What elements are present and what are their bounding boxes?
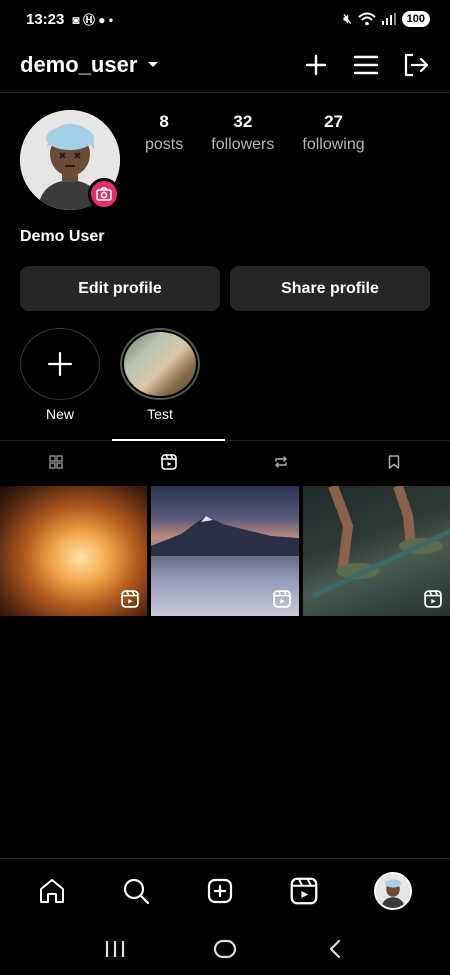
back-icon (329, 939, 341, 958)
reel-thumbnail-mountains[interactable] (151, 486, 300, 616)
bottom-navigation (0, 858, 450, 922)
nav-reels[interactable] (290, 877, 318, 905)
signal-icon (381, 13, 396, 25)
profile-avatar-icon (376, 873, 410, 908)
home-button[interactable] (211, 935, 239, 963)
tab-reels[interactable] (113, 441, 226, 483)
highlight-thumbnail (124, 332, 196, 396)
stat-posts[interactable]: 8 posts (145, 112, 183, 154)
reel-thumbnail-workout[interactable] (302, 486, 450, 616)
create-button[interactable] (302, 51, 330, 79)
nav-home[interactable] (38, 877, 66, 905)
recent-apps-button[interactable] (101, 935, 129, 963)
stat-label: following (302, 136, 365, 153)
mute-icon: 🔇︎ (343, 11, 352, 26)
search-icon (123, 878, 150, 904)
plus-icon (47, 351, 73, 377)
system-navigation (0, 922, 450, 975)
status-right: 🔇︎ 100 (343, 11, 430, 27)
reels-icon (424, 590, 442, 608)
recent-apps-icon (105, 940, 125, 957)
stat-label: followers (211, 136, 275, 153)
reels-icon (272, 590, 291, 608)
share-profile-button[interactable]: Share profile (230, 266, 430, 311)
highlight-label: Test (147, 406, 173, 422)
reels-grid (0, 486, 450, 616)
reel-thumbnail-concert[interactable] (0, 486, 148, 616)
tab-saved[interactable] (338, 441, 450, 483)
reels-icon (290, 877, 318, 904)
reels-icon (121, 590, 140, 608)
logout-icon (404, 53, 429, 77)
add-post-icon (207, 878, 233, 903)
highlight-circle (120, 328, 200, 400)
stat-value: 8 (159, 112, 169, 131)
edit-profile-button[interactable]: Edit profile (20, 266, 220, 311)
logout-button[interactable] (402, 51, 430, 79)
highlight-circle (20, 328, 100, 400)
profile-summary: 8 posts 32 followers 27 following (20, 110, 430, 220)
profile-stats: 8 posts 32 followers 27 following (145, 112, 393, 154)
highlight-new[interactable]: New (20, 328, 100, 422)
highlight-test[interactable]: Test (120, 328, 200, 422)
repost-icon (275, 456, 287, 468)
story-highlights: New Test (20, 328, 200, 422)
nav-create[interactable] (206, 877, 234, 905)
stat-following[interactable]: 27 following (302, 112, 364, 154)
battery-indicator: 100 (401, 11, 430, 27)
chevron-down-icon (148, 62, 159, 67)
highlight-label: New (45, 406, 74, 422)
menu-button[interactable] (352, 51, 380, 79)
wifi-icon (357, 12, 376, 26)
reels-icon (160, 454, 177, 470)
display-name: Demo User (20, 228, 105, 245)
nav-profile[interactable] (374, 871, 412, 910)
stat-followers[interactable]: 32 followers (211, 112, 274, 154)
nav-search[interactable] (122, 877, 150, 905)
hamburger-icon (354, 55, 378, 75)
grid-icon (49, 455, 63, 469)
profile-actions: Edit profile Share profile (20, 266, 430, 311)
profile-header: demo_user (0, 38, 450, 93)
stat-value: 27 (324, 112, 343, 131)
tab-reposts[interactable] (225, 441, 338, 483)
profile-tabs (0, 441, 450, 483)
header-actions (302, 51, 430, 79)
plus-icon (305, 54, 327, 76)
camera-icon (96, 187, 112, 201)
account-switcher[interactable]: demo_user (20, 52, 159, 78)
profile-avatar[interactable] (20, 110, 120, 210)
home-icon (40, 878, 64, 903)
status-time: 13:23 (26, 10, 65, 28)
add-photo-button[interactable] (88, 178, 120, 210)
status-bar: 13:23 ◙ Ⓗ ● • 🔇︎ 100 (0, 0, 450, 38)
stat-label: posts (145, 136, 184, 153)
home-circle-icon (213, 939, 237, 958)
back-button[interactable] (321, 935, 349, 963)
status-left: 13:23 ◙ Ⓗ ● • (26, 11, 113, 28)
tab-posts[interactable] (0, 441, 113, 483)
username-label: demo_user (20, 52, 138, 77)
stat-value: 32 (233, 112, 253, 131)
bookmark-icon (388, 455, 399, 469)
notification-icons: ◙ Ⓗ ● • (72, 12, 114, 27)
